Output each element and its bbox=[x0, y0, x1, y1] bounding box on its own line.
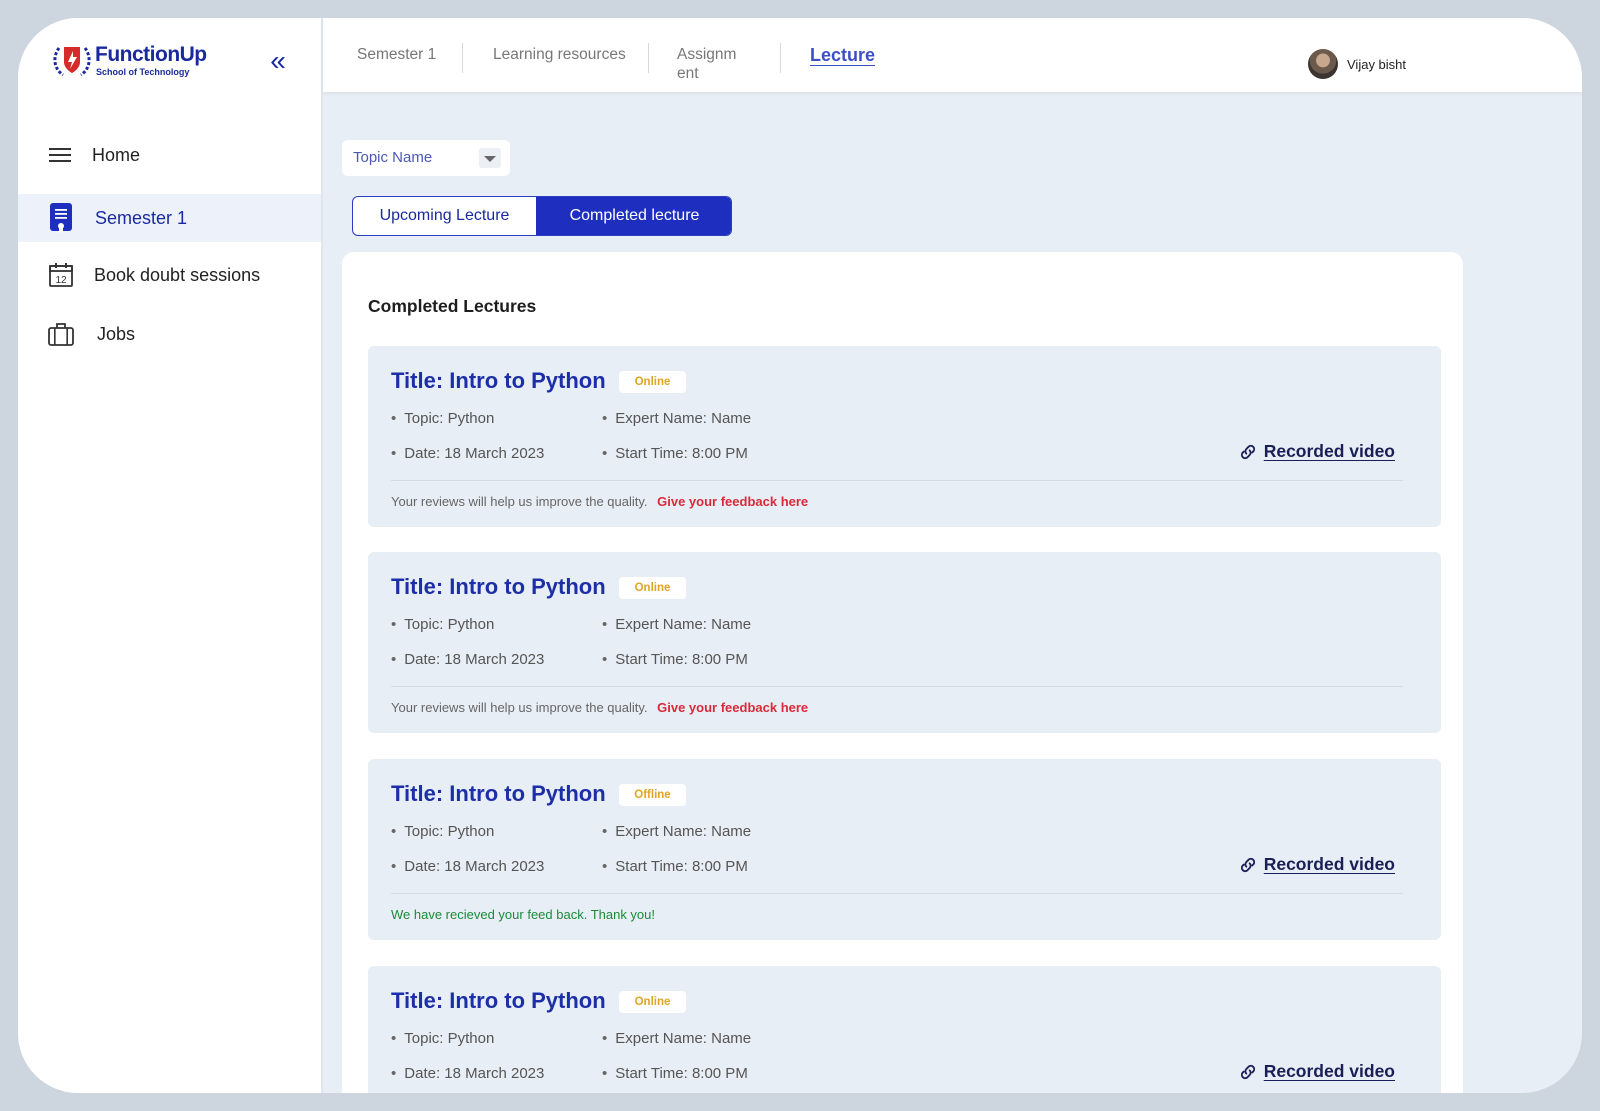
caret-down-icon bbox=[479, 148, 501, 168]
lecture-expert: Expert Name: Name bbox=[602, 410, 751, 427]
lecture-title: Title: Intro to Python bbox=[391, 574, 606, 599]
feedback-row: We have recieved your feed back. Thank y… bbox=[391, 907, 655, 922]
sidebar-item-label: Home bbox=[92, 144, 141, 165]
mode-badge: Online bbox=[619, 371, 686, 393]
lecture-card: Title: Intro to Python Online Topic: Pyt… bbox=[368, 346, 1441, 527]
lecture-card: Title: Intro to Python Offline Topic: Py… bbox=[368, 759, 1441, 940]
recorded-video-label: Recorded video bbox=[1263, 854, 1395, 874]
brand-logo[interactable]: FunctionUp School of Technology bbox=[51, 40, 211, 84]
tab-assignment[interactable]: Assignm ent bbox=[677, 45, 747, 83]
tab-divider bbox=[462, 43, 463, 73]
lecture-card: Title: Intro to Python Online Topic: Pyt… bbox=[368, 552, 1441, 733]
lecture-topic: Topic: Python bbox=[391, 823, 494, 840]
recorded-video-link[interactable]: Recorded video bbox=[1238, 441, 1395, 462]
tab-divider bbox=[648, 43, 649, 73]
app-frame: FunctionUp School of Technology « Home S… bbox=[18, 18, 1582, 1093]
divider bbox=[391, 480, 1403, 481]
semester-icon bbox=[50, 203, 72, 233]
tab-semester-1[interactable]: Semester 1 bbox=[357, 45, 436, 64]
lecture-expert: Expert Name: Name bbox=[602, 616, 751, 633]
laurel-shield-icon bbox=[53, 47, 91, 77]
calendar-day: 12 bbox=[55, 275, 67, 286]
menu-icon bbox=[49, 148, 71, 162]
feedback-thanks-message: We have recieved your feed back. Thank y… bbox=[391, 907, 656, 922]
give-feedback-link[interactable]: Give your feedback here bbox=[657, 700, 808, 715]
divider bbox=[391, 893, 1403, 894]
divider bbox=[391, 686, 1403, 687]
link-icon bbox=[1240, 1064, 1255, 1079]
top-navigation: Semester 1 Learning resources Assignm en… bbox=[323, 18, 1582, 92]
lecture-expert: Expert Name: Name bbox=[602, 1030, 751, 1047]
sidebar-item-book-doubt-sessions[interactable]: 12 Book doubt sessions bbox=[18, 251, 321, 299]
lecture-start-time: Start Time: 8:00 PM bbox=[602, 858, 748, 875]
avatar bbox=[1308, 49, 1338, 79]
sidebar: FunctionUp School of Technology « Home S… bbox=[18, 18, 323, 1093]
lecture-topic: Topic: Python bbox=[391, 1030, 494, 1047]
sidebar-item-jobs[interactable]: Jobs bbox=[18, 310, 321, 358]
sidebar-item-home[interactable]: Home bbox=[18, 131, 321, 179]
lecture-date: Date: 18 March 2023 bbox=[391, 1065, 544, 1082]
completed-lecture-tab[interactable]: Completed lecture bbox=[536, 197, 731, 235]
lecture-title: Title: Intro to Python bbox=[391, 988, 606, 1013]
recorded-video-link[interactable]: Recorded video bbox=[1238, 854, 1395, 875]
feedback-row: Your reviews will help us improve the qu… bbox=[391, 700, 808, 715]
lecture-expert: Expert Name: Name bbox=[602, 823, 751, 840]
lecture-toggle: Upcoming Lecture Completed lecture bbox=[352, 196, 732, 236]
tab-learning-resources[interactable]: Learning resources bbox=[493, 45, 626, 64]
completed-lectures-panel: Completed Lectures Title: Intro to Pytho… bbox=[342, 252, 1463, 1093]
upcoming-lecture-tab[interactable]: Upcoming Lecture bbox=[353, 197, 536, 235]
topic-name-dropdown[interactable]: Topic Name bbox=[342, 140, 510, 176]
mode-badge: Offline bbox=[619, 784, 686, 806]
section-title: Completed Lectures bbox=[368, 296, 537, 316]
mode-badge: Online bbox=[619, 991, 686, 1013]
recorded-video-label: Recorded video bbox=[1263, 441, 1395, 461]
lecture-start-time: Start Time: 8:00 PM bbox=[602, 445, 748, 462]
mode-badge: Online bbox=[619, 577, 686, 599]
feedback-note: Your reviews will help us improve the qu… bbox=[391, 494, 648, 509]
recorded-video-label: Recorded video bbox=[1263, 1061, 1395, 1081]
topic-name-label: Topic Name bbox=[353, 149, 433, 166]
give-feedback-link[interactable]: Give your feedback here bbox=[657, 494, 808, 509]
link-icon bbox=[1240, 857, 1255, 872]
collapse-sidebar-button[interactable]: « bbox=[264, 45, 292, 76]
sidebar-item-label: Jobs bbox=[97, 323, 136, 344]
lecture-title: Title: Intro to Python bbox=[391, 368, 606, 393]
brand-name: FunctionUp bbox=[95, 43, 207, 66]
lecture-start-time: Start Time: 8:00 PM bbox=[602, 1065, 748, 1082]
sidebar-item-label: Semester 1 bbox=[95, 207, 188, 228]
recorded-video-link[interactable]: Recorded video bbox=[1238, 1061, 1395, 1082]
feedback-row: Your reviews will help us improve the qu… bbox=[391, 494, 808, 509]
brand-tagline: School of Technology bbox=[96, 67, 190, 77]
sidebar-item-semester-1[interactable]: Semester 1 bbox=[18, 194, 321, 242]
user-name: Vijay bisht bbox=[1347, 56, 1407, 72]
lecture-title: Title: Intro to Python bbox=[391, 781, 606, 806]
lecture-topic: Topic: Python bbox=[391, 616, 494, 633]
double-chevron-left-icon: « bbox=[270, 45, 286, 76]
lecture-date: Date: 18 March 2023 bbox=[391, 651, 544, 668]
user-profile[interactable]: Vijay bisht bbox=[1308, 49, 1406, 79]
feedback-note: Your reviews will help us improve the qu… bbox=[391, 700, 648, 715]
lecture-date: Date: 18 March 2023 bbox=[391, 858, 544, 875]
lecture-date: Date: 18 March 2023 bbox=[391, 445, 544, 462]
lecture-card: Title: Intro to Python Online Topic: Pyt… bbox=[368, 966, 1441, 1093]
link-icon bbox=[1240, 444, 1255, 459]
tab-lecture[interactable]: Lecture bbox=[810, 46, 875, 65]
briefcase-icon bbox=[48, 323, 74, 346]
lecture-topic: Topic: Python bbox=[391, 410, 494, 427]
tab-divider bbox=[780, 43, 781, 73]
lecture-start-time: Start Time: 8:00 PM bbox=[602, 651, 748, 668]
calendar-icon: 12 bbox=[49, 263, 73, 287]
sidebar-item-label: Book doubt sessions bbox=[94, 264, 261, 285]
